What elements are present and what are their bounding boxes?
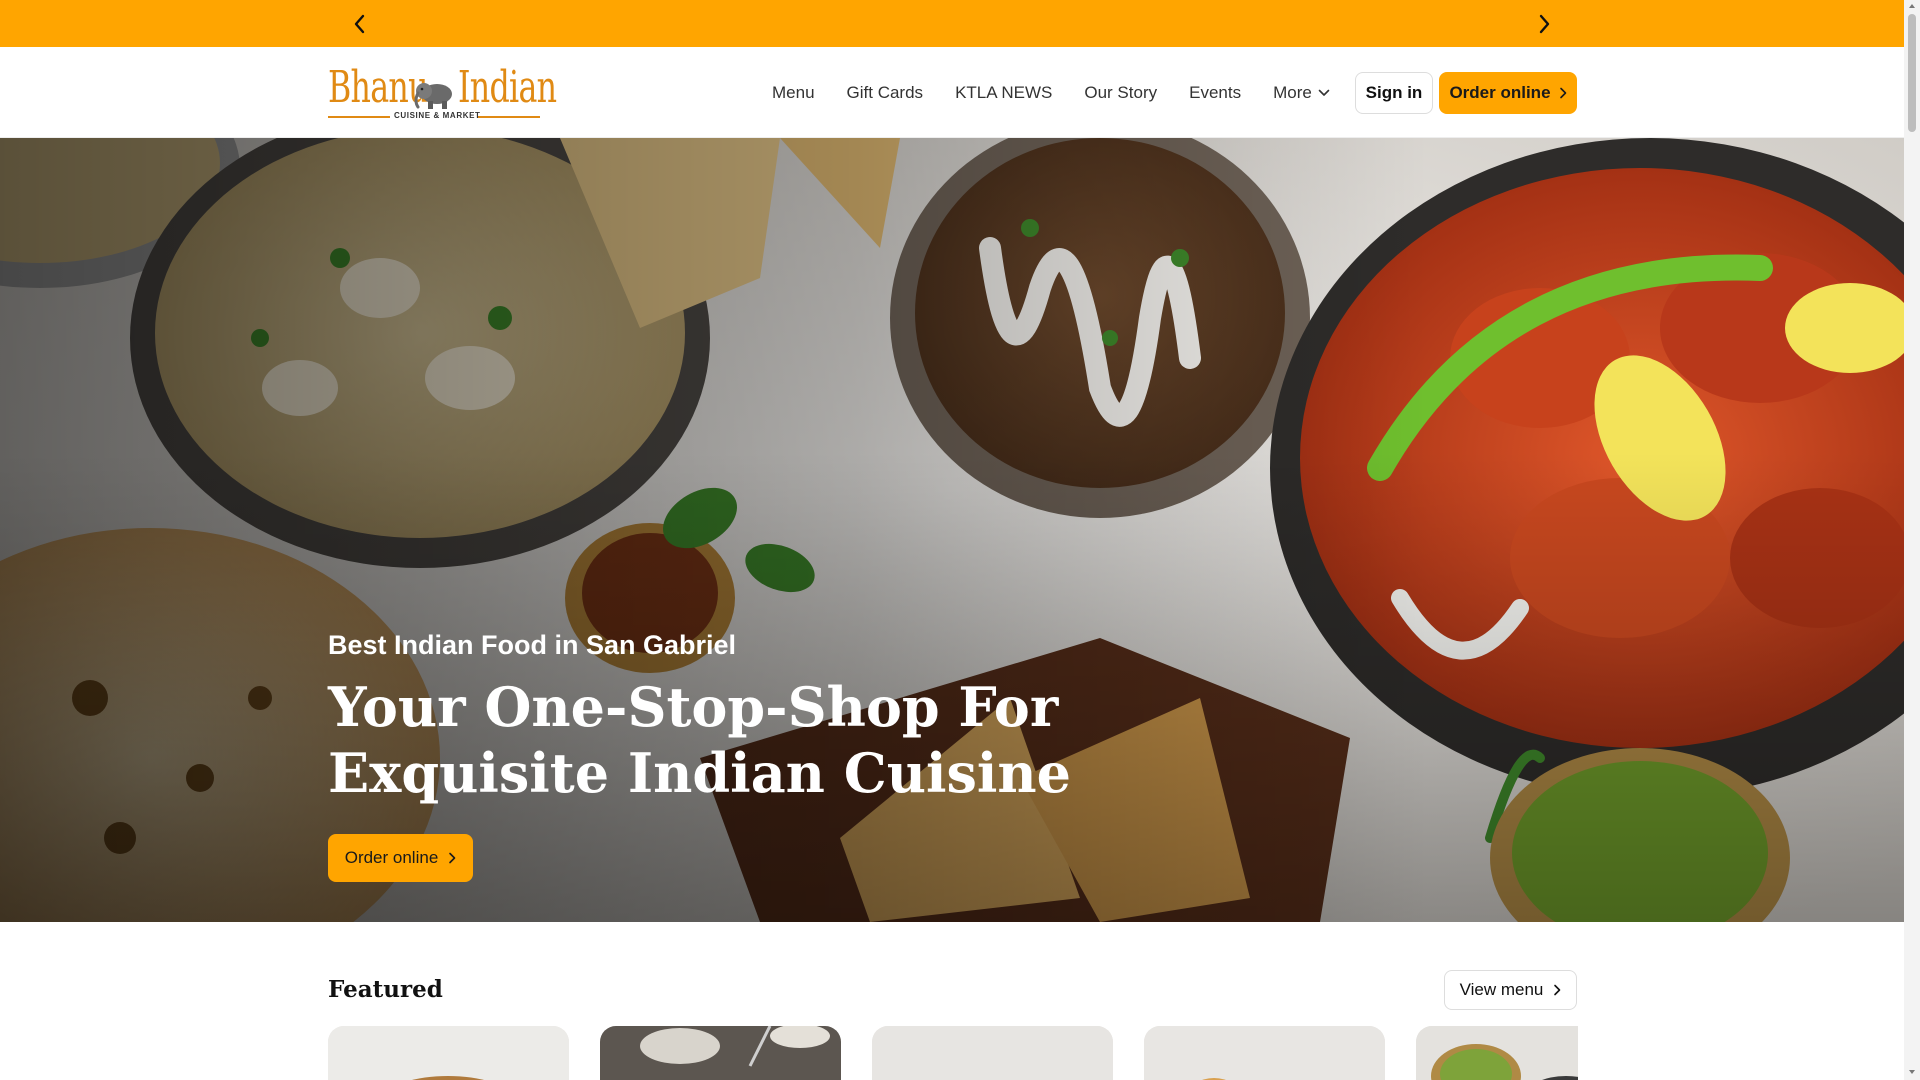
header-order-online-label: Order online <box>1449 83 1551 102</box>
chevron-left-icon <box>354 14 365 34</box>
header-order-online-button[interactable]: Order online <box>1439 72 1577 114</box>
logo-tagline: CUISINE & MARKET <box>394 111 481 120</box>
view-menu-label: View menu <box>1459 980 1544 999</box>
nav-item-more[interactable]: More <box>1273 83 1330 103</box>
featured-card[interactable] <box>1144 1026 1385 1080</box>
chevron-right-icon <box>1539 14 1550 34</box>
featured-item-image <box>1416 1026 1578 1080</box>
announcement-prev-button[interactable] <box>344 8 376 40</box>
nav-item-ktla-news[interactable]: KTLA NEWS <box>955 83 1052 103</box>
view-menu-button[interactable]: View menu <box>1444 970 1577 1010</box>
scroll-down-icon[interactable] <box>1908 1068 1916 1076</box>
hero-order-online-label: Order online <box>344 848 439 867</box>
chevron-right-icon <box>1554 984 1561 996</box>
main-nav: Menu Gift Cards KTLA NEWS Our Story Even… <box>772 47 1362 138</box>
logo-rule-right <box>478 116 540 118</box>
sign-in-button[interactable]: Sign in <box>1355 72 1433 114</box>
featured-item-image <box>1144 1026 1385 1080</box>
nav-item-gift-cards[interactable]: Gift Cards <box>847 83 924 103</box>
scroll-up-icon[interactable] <box>1908 2 1916 10</box>
hero-headline: Your One-Stop-Shop For Exquisite Indian … <box>328 675 1072 805</box>
logo-rule-left <box>328 116 390 118</box>
hero-eyebrow: Best Indian Food in San Gabriel <box>328 630 737 660</box>
logo-word-indian: Indian <box>458 62 557 113</box>
featured-item-image <box>872 1026 1113 1080</box>
featured-card[interactable] <box>872 1026 1113 1080</box>
page-scrollbar[interactable] <box>1904 0 1920 1080</box>
hero-section: Best Indian Food in San Gabriel Your One… <box>0 138 1904 922</box>
announcement-next-button[interactable] <box>1528 8 1560 40</box>
nav-item-menu[interactable]: Menu <box>772 83 815 103</box>
nav-item-events[interactable]: Events <box>1189 83 1241 103</box>
featured-card[interactable] <box>600 1026 841 1080</box>
announcement-bar <box>0 0 1904 47</box>
featured-item-image <box>328 1026 569 1080</box>
featured-heading: Featured <box>328 976 443 1003</box>
featured-carousel <box>328 1026 1578 1080</box>
elephant-icon <box>414 83 452 109</box>
brand-logo[interactable]: Bhanu Indian CUISINE & MARKET <box>328 61 557 123</box>
featured-card[interactable] <box>328 1026 569 1080</box>
scrollbar-thumb[interactable] <box>1908 14 1916 132</box>
nav-item-our-story[interactable]: Our Story <box>1084 83 1157 103</box>
chevron-down-icon <box>1318 89 1330 97</box>
featured-item-image <box>600 1026 841 1080</box>
featured-card[interactable] <box>1416 1026 1578 1080</box>
chevron-right-icon <box>1559 87 1566 99</box>
nav-item-more-label: More <box>1273 82 1312 102</box>
hero-order-online-button[interactable]: Order online <box>328 834 473 882</box>
chevron-right-icon <box>449 852 456 864</box>
site-header: Bhanu Indian CUISINE & MARKET Menu Gift … <box>0 47 1904 138</box>
